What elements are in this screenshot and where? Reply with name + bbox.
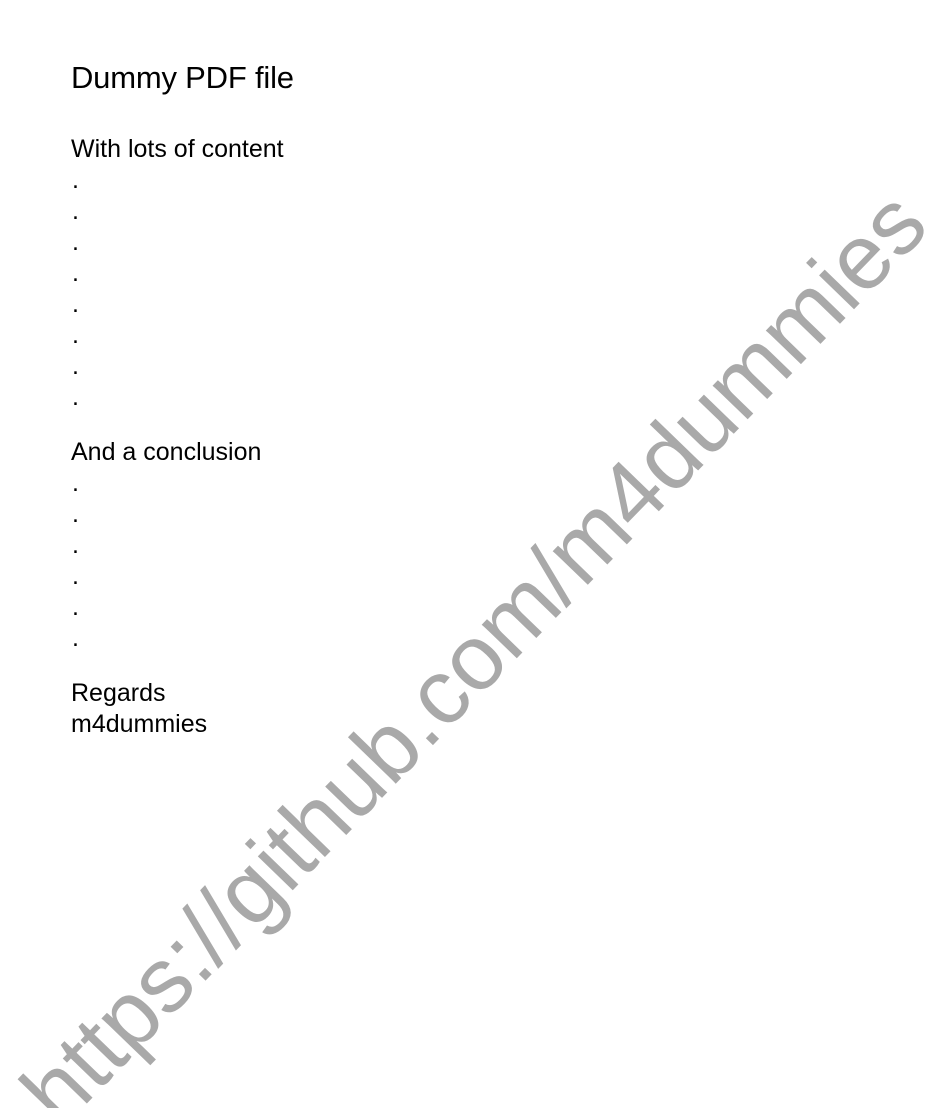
document-page: Dummy PDF file With lots of content . . …: [0, 0, 948, 1108]
dot-line: .: [72, 500, 79, 528]
dot-line: .: [72, 531, 79, 559]
document-content: Dummy PDF file With lots of content . . …: [71, 58, 871, 740]
dot-list-conclusion: . . . . . .: [71, 468, 871, 654]
closing-text: Regards: [71, 679, 166, 707]
dot-line: .: [72, 562, 79, 590]
dot-line: .: [72, 624, 79, 652]
signature-text: m4dummies: [71, 710, 208, 738]
dot-line: .: [72, 593, 79, 621]
dot-line: .: [72, 469, 79, 497]
section-heading-content: With lots of content: [71, 135, 284, 163]
dot-line: .: [72, 166, 79, 194]
dot-line: .: [72, 321, 79, 349]
dot-line: .: [72, 197, 79, 225]
section-heading-conclusion: And a conclusion: [71, 438, 262, 466]
dot-line: .: [72, 228, 79, 256]
document-title: Dummy PDF file: [71, 60, 294, 95]
dot-line: .: [72, 383, 79, 411]
dot-list-content: . . . . . . . .: [71, 165, 871, 413]
dot-line: .: [72, 259, 79, 287]
dot-line: .: [72, 290, 79, 318]
dot-line: .: [72, 352, 79, 380]
